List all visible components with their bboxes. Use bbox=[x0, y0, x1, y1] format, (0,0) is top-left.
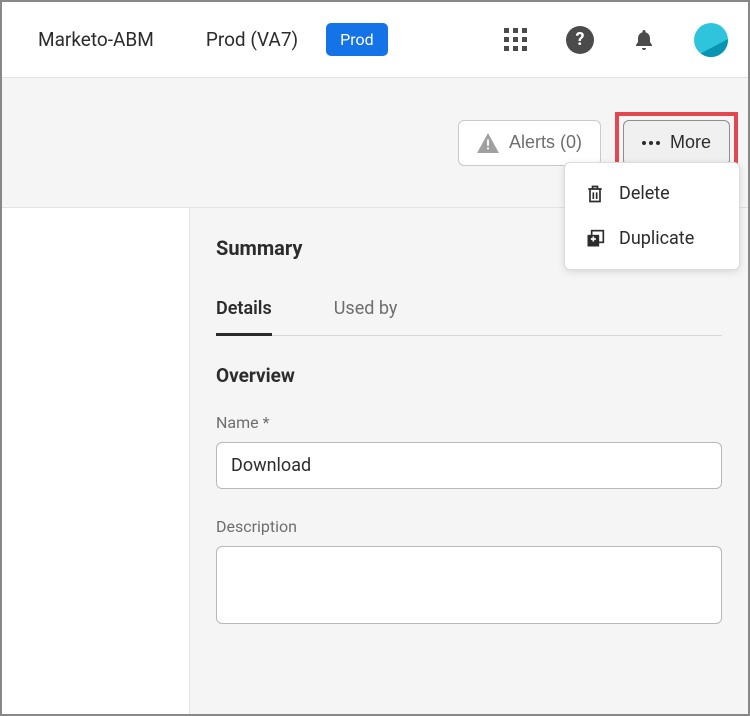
overview-title: Overview bbox=[216, 364, 722, 387]
global-header: Marketo-ABM Prod (VA7) Prod ? bbox=[2, 2, 748, 78]
left-sidebar bbox=[2, 208, 190, 714]
description-input[interactable] bbox=[216, 546, 722, 624]
env-badge: Prod bbox=[326, 23, 388, 56]
notifications-icon[interactable] bbox=[632, 28, 656, 52]
menu-item-delete[interactable]: Delete bbox=[565, 171, 739, 216]
alerts-label: Alerts (0) bbox=[509, 132, 582, 153]
warning-icon bbox=[477, 133, 499, 153]
description-field: Description bbox=[216, 517, 722, 628]
menu-item-delete-label: Delete bbox=[619, 183, 670, 204]
tab-details[interactable]: Details bbox=[216, 288, 272, 336]
description-label: Description bbox=[216, 517, 722, 536]
name-label: Name * bbox=[216, 413, 722, 432]
ellipsis-icon bbox=[642, 141, 660, 145]
environment-name[interactable]: Prod (VA7) bbox=[206, 28, 298, 51]
duplicate-icon bbox=[585, 229, 605, 249]
alerts-button[interactable]: Alerts (0) bbox=[458, 120, 601, 166]
summary-tabs: Details Used by bbox=[216, 288, 722, 336]
header-icons: ? bbox=[504, 23, 728, 57]
name-field: Name * bbox=[216, 413, 722, 489]
tab-used-by[interactable]: Used by bbox=[334, 288, 398, 335]
menu-item-duplicate-label: Duplicate bbox=[619, 228, 694, 249]
avatar[interactable] bbox=[694, 23, 728, 57]
help-icon[interactable]: ? bbox=[566, 26, 594, 54]
menu-item-duplicate[interactable]: Duplicate bbox=[565, 216, 739, 261]
main-panel: Summary Details Used by Overview Name * … bbox=[190, 208, 748, 714]
more-button[interactable]: More bbox=[623, 120, 730, 166]
more-menu: Delete Duplicate bbox=[564, 162, 740, 270]
name-input[interactable] bbox=[216, 442, 722, 489]
brand-name: Marketo-ABM bbox=[38, 28, 154, 51]
apps-icon[interactable] bbox=[504, 28, 528, 52]
content-area: Summary Details Used by Overview Name * … bbox=[2, 208, 748, 714]
trash-icon bbox=[585, 184, 605, 204]
more-label: More bbox=[670, 132, 711, 153]
